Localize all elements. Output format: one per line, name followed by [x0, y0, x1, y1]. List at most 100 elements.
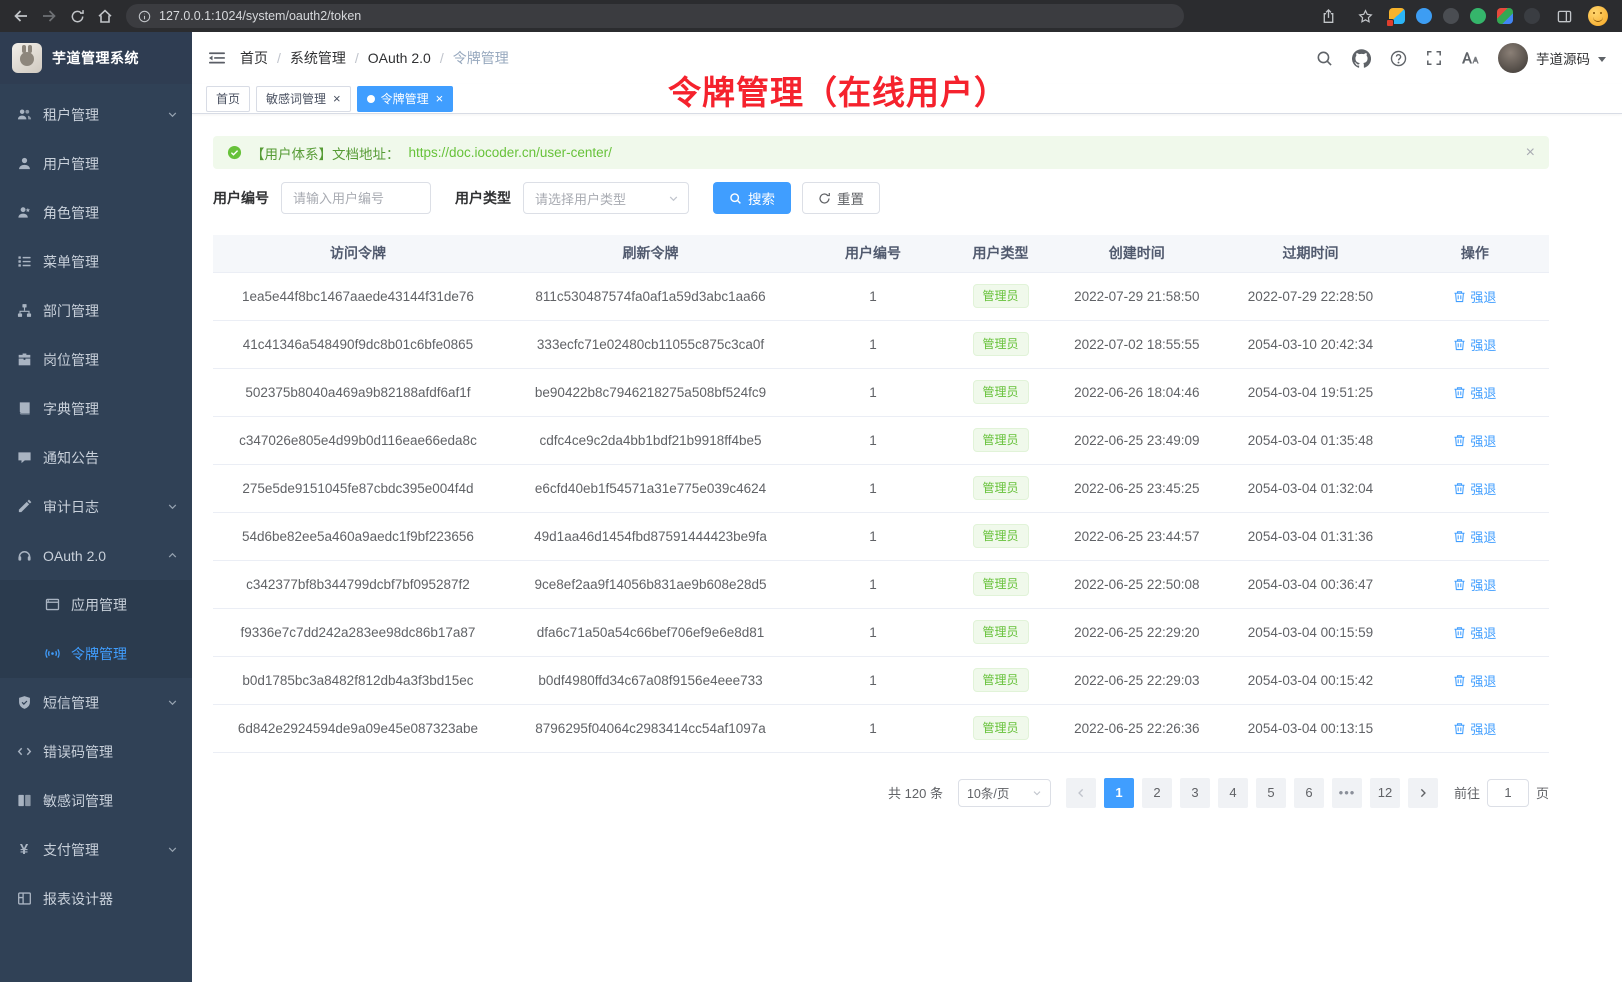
sidebar-item-notice[interactable]: 通知公告: [0, 433, 192, 482]
refresh-icon: [818, 192, 831, 205]
reload-button[interactable]: [64, 4, 90, 28]
refresh-token-cell: 8796295f04064c2983414cc54af1097a: [503, 704, 798, 752]
message-icon: [16, 450, 32, 466]
breadcrumb-item[interactable]: 系统管理: [290, 48, 346, 68]
user-type-badge: 管理员: [973, 716, 1029, 741]
reset-button[interactable]: 重置: [802, 182, 880, 214]
force-logout-button[interactable]: 强退: [1453, 719, 1496, 738]
page-button-3[interactable]: 3: [1180, 778, 1210, 808]
user-id-cell: 1: [798, 608, 948, 656]
sidebar-item-tenant[interactable]: 租户管理: [0, 90, 192, 139]
columns-icon: [16, 793, 32, 809]
page-size-select[interactable]: 10条/页: [958, 779, 1051, 807]
force-logout-button[interactable]: 强退: [1453, 575, 1496, 594]
trash-icon: [1453, 386, 1466, 399]
sidebar-item-sensitive-word[interactable]: 敏感词管理: [0, 776, 192, 825]
fullscreen-icon[interactable]: [1426, 50, 1442, 66]
sidebar-item-label: 应用管理: [71, 595, 127, 615]
sidebar-item-dict[interactable]: 字典管理: [0, 384, 192, 433]
breadcrumb: 首页/系统管理/OAuth 2.0/令牌管理: [240, 48, 509, 68]
user-id-input[interactable]: [281, 182, 431, 214]
sidebar-item-menu[interactable]: 菜单管理: [0, 237, 192, 286]
user-type-select[interactable]: 请选择用户类型: [523, 182, 689, 214]
extension-icon-green[interactable]: [1470, 8, 1486, 24]
page-button-2[interactable]: 2: [1142, 778, 1172, 808]
github-icon[interactable]: [1352, 49, 1371, 68]
user-type-cell: 管理员: [948, 560, 1054, 608]
address-bar[interactable]: 127.0.0.1:1024/system/oauth2/token: [126, 4, 1184, 28]
table-row: 275e5de9151045fe87cbdc395e004f4de6cfd40e…: [213, 464, 1549, 512]
role-icon: [16, 205, 32, 221]
extension-icon-dark[interactable]: [1443, 8, 1459, 24]
sidebar-item-pay[interactable]: ¥ 支付管理: [0, 825, 192, 874]
sidebar-item-dept[interactable]: 部门管理: [0, 286, 192, 335]
help-icon[interactable]: [1390, 50, 1407, 67]
create-time-cell: 2022-06-25 22:26:36: [1053, 704, 1220, 752]
sidebar-item-report-designer[interactable]: 报表设计器: [0, 874, 192, 923]
search-icon[interactable]: [1316, 50, 1333, 67]
sidebar-item-oauth2-app[interactable]: 应用管理: [0, 580, 192, 629]
user-menu[interactable]: 芋道源码: [1498, 43, 1606, 73]
force-logout-button[interactable]: 强退: [1453, 335, 1496, 354]
extension-icon-blue[interactable]: [1416, 8, 1432, 24]
site-info-icon[interactable]: [138, 10, 151, 23]
extension-icon-badged[interactable]: [1389, 8, 1405, 24]
font-size-icon[interactable]: [1461, 50, 1479, 66]
home-button[interactable]: [92, 4, 118, 28]
search-button[interactable]: 搜索: [713, 182, 791, 214]
forward-button[interactable]: [36, 4, 62, 28]
url-text: 127.0.0.1:1024/system/oauth2/token: [159, 9, 361, 23]
doc-link[interactable]: https://doc.iocoder.cn/user-center/: [409, 145, 612, 160]
user-name: 芋道源码: [1536, 48, 1590, 68]
extension-icon-dark2[interactable]: [1524, 8, 1540, 24]
sidebar-fold-icon[interactable]: [208, 50, 226, 66]
pagination-pages: 123456•••12: [1104, 778, 1400, 808]
window-icon: [44, 597, 60, 613]
back-button[interactable]: [8, 4, 34, 28]
page-button-1[interactable]: 1: [1104, 778, 1134, 808]
force-logout-button[interactable]: 强退: [1453, 623, 1496, 642]
force-logout-button[interactable]: 强退: [1453, 431, 1496, 450]
page-button-6[interactable]: 6: [1294, 778, 1324, 808]
tab-oauth2-token[interactable]: 令牌管理×: [357, 86, 454, 112]
goto-page-input[interactable]: [1487, 779, 1529, 807]
bookmark-star-icon[interactable]: [1352, 4, 1378, 28]
breadcrumb-item[interactable]: 首页: [240, 48, 268, 68]
prev-page-button[interactable]: [1066, 778, 1096, 808]
browser-profile-avatar[interactable]: [1588, 6, 1608, 26]
page-more-button[interactable]: •••: [1332, 778, 1362, 808]
page-button-4[interactable]: 4: [1218, 778, 1248, 808]
split-view-icon[interactable]: [1551, 4, 1577, 28]
force-logout-button[interactable]: 强退: [1453, 671, 1496, 690]
tab-close-icon[interactable]: ×: [436, 92, 444, 105]
actions-cell: 强退: [1401, 320, 1549, 368]
sidebar-item-audit-log[interactable]: 审计日志: [0, 482, 192, 531]
alert-close-icon[interactable]: ×: [1526, 145, 1535, 161]
force-logout-button[interactable]: 强退: [1453, 479, 1496, 498]
tab-sensitive-word[interactable]: 敏感词管理×: [256, 86, 351, 112]
tab-home[interactable]: 首页: [206, 86, 250, 112]
sidebar-item-oauth2[interactable]: OAuth 2.0: [0, 531, 192, 580]
user-type-label: 用户类型: [455, 188, 511, 208]
sidebar-item-user[interactable]: 用户管理: [0, 139, 192, 188]
sidebar-item-post[interactable]: 岗位管理: [0, 335, 192, 384]
sidebar-item-role[interactable]: 角色管理: [0, 188, 192, 237]
sidebar-item-error-code[interactable]: 错误码管理: [0, 727, 192, 776]
force-logout-button[interactable]: 强退: [1453, 383, 1496, 402]
force-logout-button[interactable]: 强退: [1453, 287, 1496, 306]
page-button-12[interactable]: 12: [1370, 778, 1400, 808]
share-icon[interactable]: [1315, 4, 1341, 28]
sidebar-item-label: 菜单管理: [43, 252, 99, 272]
app-logo[interactable]: 芋道管理系统: [0, 32, 192, 84]
pagination-goto: 前往 页: [1454, 779, 1549, 807]
tab-close-icon[interactable]: ×: [333, 92, 341, 105]
user-type-badge: 管理员: [973, 476, 1029, 501]
extensions-puzzle-icon[interactable]: [1497, 8, 1513, 24]
breadcrumb-item[interactable]: OAuth 2.0: [368, 50, 431, 66]
force-logout-button[interactable]: 强退: [1453, 527, 1496, 546]
sidebar-item-oauth2-token[interactable]: 令牌管理: [0, 629, 192, 678]
page-button-5[interactable]: 5: [1256, 778, 1286, 808]
trash-icon: [1453, 482, 1466, 495]
sidebar-item-sms[interactable]: 短信管理: [0, 678, 192, 727]
next-page-button[interactable]: [1408, 778, 1438, 808]
